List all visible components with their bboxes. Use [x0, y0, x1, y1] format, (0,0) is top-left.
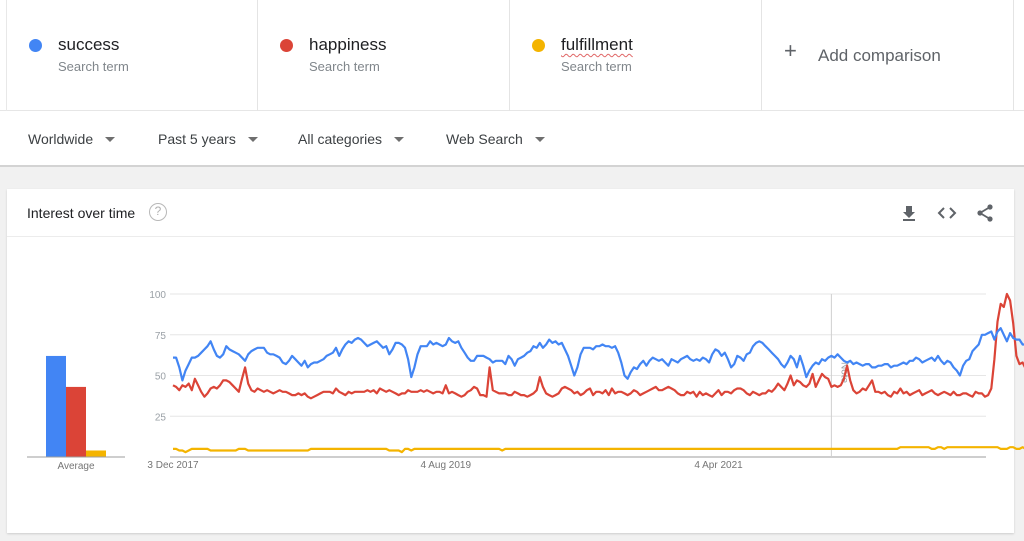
average-bar-happiness: [66, 386, 86, 457]
x-tick-label: 3 Dec 2017: [147, 460, 199, 471]
line-series: [172, 292, 1024, 454]
average-bar-chart: Average: [27, 355, 125, 472]
series-line-fulfillment: [173, 446, 1024, 454]
interest-chart: 255075100Note Average 3 Dec 2017 4 Aug 20…: [27, 290, 1024, 472]
average-bar-fulfillment: [86, 450, 106, 457]
average-label: Average: [57, 461, 95, 472]
grid: 255075100Note: [149, 290, 986, 458]
y-tick-label: 50: [155, 372, 167, 383]
y-tick-label: 100: [149, 290, 166, 301]
average-bar-success: [46, 355, 66, 457]
x-axis: 3 Dec 2017 4 Aug 2019 4 Apr 2021: [147, 460, 743, 471]
y-tick-label: 25: [155, 412, 167, 423]
x-tick-label: 4 Aug 2019: [420, 460, 471, 471]
x-tick-label: 4 Apr 2021: [694, 460, 743, 471]
y-tick-label: 75: [155, 331, 167, 342]
